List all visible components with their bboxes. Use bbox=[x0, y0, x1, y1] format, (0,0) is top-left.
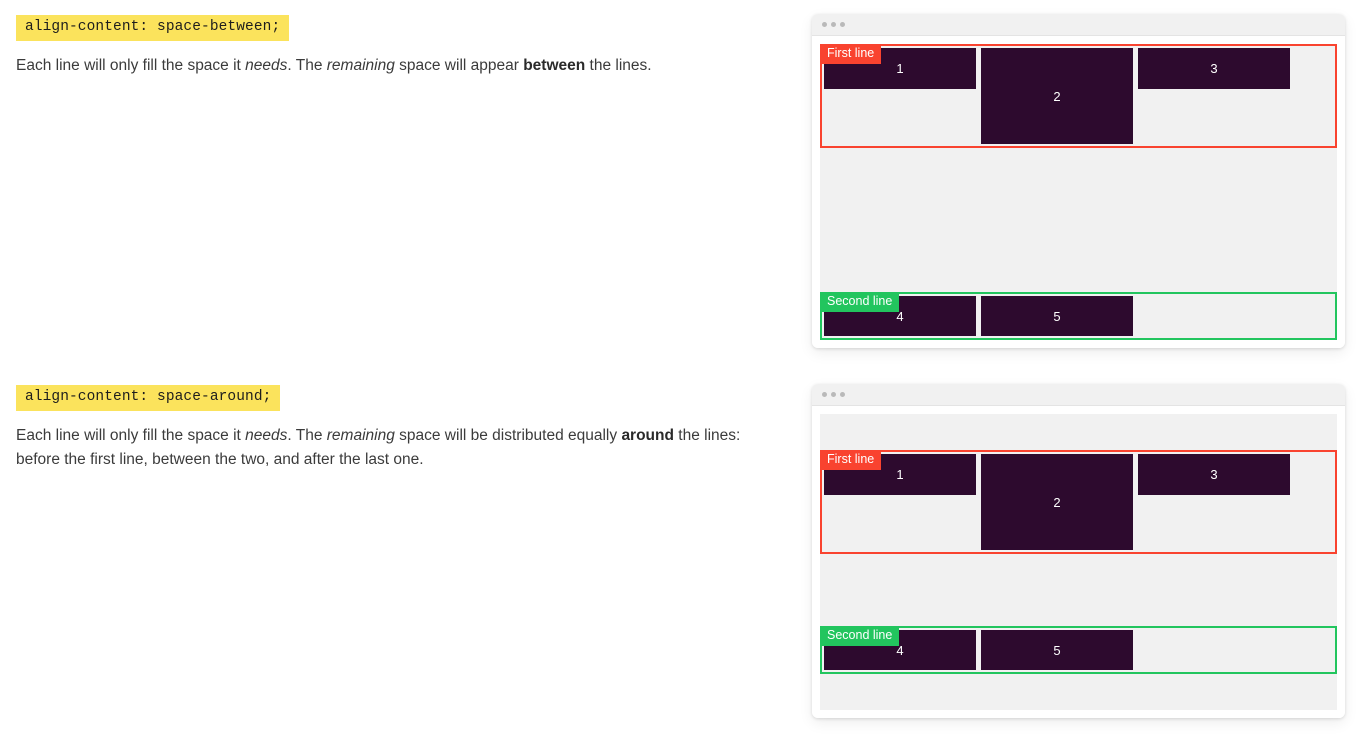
desc-emphasis-needs: needs bbox=[245, 427, 288, 444]
flex-line-first: First line 1 2 3 bbox=[820, 44, 1337, 148]
section-space-around: align-content: space-around; Each line w… bbox=[0, 370, 800, 472]
desc-emphasis-remaining: remaining bbox=[326, 427, 395, 444]
flex-line-second: Second line 4 5 bbox=[820, 292, 1337, 340]
desc-text-part4: the lines. bbox=[585, 57, 652, 74]
panel-body: First line 1 2 3 Second line 4 5 bbox=[812, 36, 1345, 348]
flex-item: 2 bbox=[981, 454, 1133, 550]
desc-text-part3: space will appear bbox=[394, 57, 524, 74]
line-badge-first: First line bbox=[820, 450, 882, 470]
flex-container-space-between: First line 1 2 3 Second line 4 5 bbox=[820, 44, 1337, 340]
window-dot-icon bbox=[822, 22, 827, 27]
flex-container-space-around: First line 1 2 3 Second line 4 5 bbox=[820, 414, 1337, 710]
panel-body: First line 1 2 3 Second line 4 5 bbox=[812, 406, 1345, 718]
desc-strong-between: between bbox=[523, 57, 586, 74]
demo-panel-space-around: First line 1 2 3 Second line 4 5 bbox=[812, 384, 1345, 718]
flex-line-second: Second line 4 5 bbox=[820, 626, 1337, 674]
desc-text-part1: Each line will only fill the space it bbox=[16, 57, 246, 74]
flex-item: 5 bbox=[981, 296, 1133, 336]
desc-text-part2: . The bbox=[287, 57, 327, 74]
code-label-space-between: align-content: space-between; bbox=[16, 15, 290, 41]
desc-text-part2: . The bbox=[287, 427, 327, 444]
description-space-between: Each line will only fill the space it ne… bbox=[16, 54, 786, 78]
desc-text-part1: Each line will only fill the space it bbox=[16, 427, 246, 444]
window-dot-icon bbox=[840, 22, 845, 27]
window-dot-icon bbox=[831, 22, 836, 27]
panel-titlebar bbox=[812, 384, 1345, 406]
window-dot-icon bbox=[822, 392, 827, 397]
line-badge-second: Second line bbox=[820, 626, 900, 646]
section-space-between: align-content: space-between; Each line … bbox=[0, 0, 800, 78]
demo-panel-space-between: First line 1 2 3 Second line 4 5 bbox=[812, 14, 1345, 348]
desc-emphasis-remaining: remaining bbox=[326, 57, 395, 74]
line-badge-second: Second line bbox=[820, 292, 900, 312]
window-dot-icon bbox=[831, 392, 836, 397]
description-space-around: Each line will only fill the space it ne… bbox=[16, 424, 786, 472]
window-dot-icon bbox=[840, 392, 845, 397]
line-badge-first: First line bbox=[820, 44, 882, 64]
desc-text-part3: space will be distributed equally bbox=[394, 427, 622, 444]
flex-item: 5 bbox=[981, 630, 1133, 670]
flex-item: 2 bbox=[981, 48, 1133, 144]
desc-emphasis-needs: needs bbox=[245, 57, 288, 74]
page-root: align-content: space-between; Each line … bbox=[0, 0, 1359, 745]
desc-strong-around: around bbox=[621, 427, 674, 444]
flex-item: 3 bbox=[1138, 48, 1290, 89]
flex-item: 3 bbox=[1138, 454, 1290, 495]
flex-line-first: First line 1 2 3 bbox=[820, 450, 1337, 554]
code-label-space-around: align-content: space-around; bbox=[16, 385, 281, 411]
panel-titlebar bbox=[812, 14, 1345, 36]
